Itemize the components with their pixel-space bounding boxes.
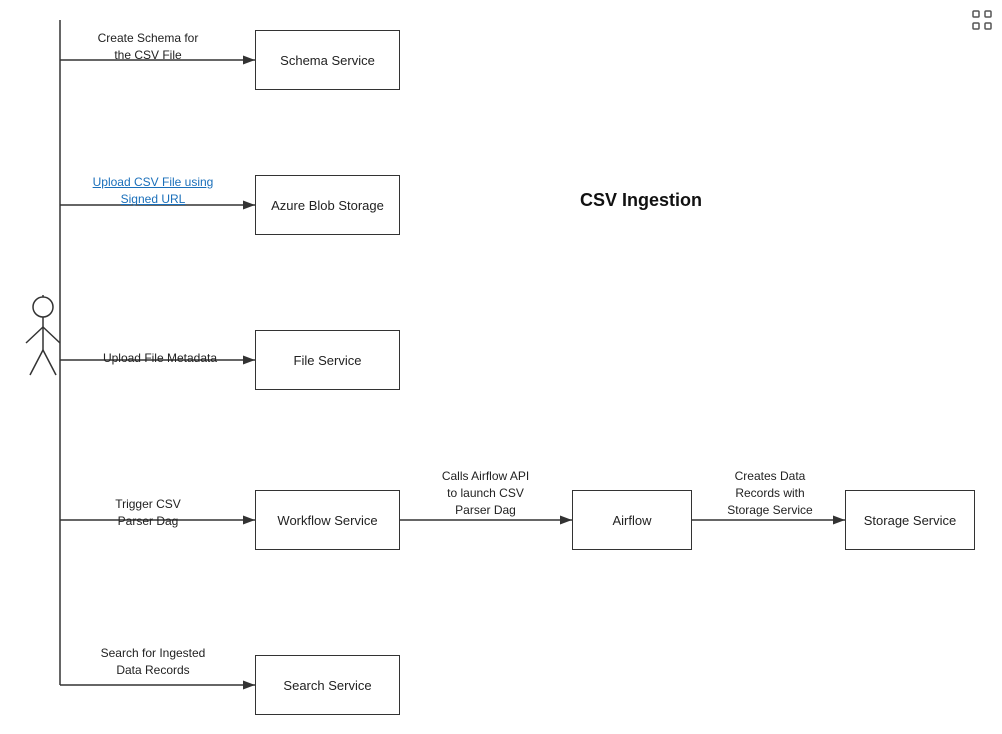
label-trigger-dag: Trigger CSVParser Dag xyxy=(68,496,228,530)
focus-icon xyxy=(970,8,994,32)
file-service-box: File Service xyxy=(255,330,400,390)
label-create-schema: Create Schema forthe CSV File xyxy=(68,30,228,64)
schema-service-label: Schema Service xyxy=(280,53,375,68)
label-upload-metadata: Upload File Metadata xyxy=(80,350,240,367)
label-creates-data: Creates DataRecords withStorage Service xyxy=(700,468,840,518)
diagram-title: CSV Ingestion xyxy=(580,190,702,211)
airflow-label: Airflow xyxy=(612,513,651,528)
diagram-container: CSV Ingestion Create Schema forthe CSV F… xyxy=(0,0,1002,734)
search-service-label: Search Service xyxy=(283,678,371,693)
workflow-service-label: Workflow Service xyxy=(277,513,377,528)
schema-service-box: Schema Service xyxy=(255,30,400,90)
airflow-box: Airflow xyxy=(572,490,692,550)
workflow-service-box: Workflow Service xyxy=(255,490,400,550)
storage-service-label: Storage Service xyxy=(864,513,957,528)
search-service-box: Search Service xyxy=(255,655,400,715)
diagram-arrows xyxy=(0,0,1002,734)
label-upload-csv: Upload CSV File usingSigned URL xyxy=(68,174,238,208)
label-search-records: Search for IngestedData Records xyxy=(68,645,238,679)
label-calls-airflow: Calls Airflow APIto launch CSVParser Dag xyxy=(408,468,563,518)
storage-service-box: Storage Service xyxy=(845,490,975,550)
stickman-figure xyxy=(18,295,68,388)
azure-blob-label: Azure Blob Storage xyxy=(271,198,384,213)
azure-blob-box: Azure Blob Storage xyxy=(255,175,400,235)
file-service-label: File Service xyxy=(294,353,362,368)
